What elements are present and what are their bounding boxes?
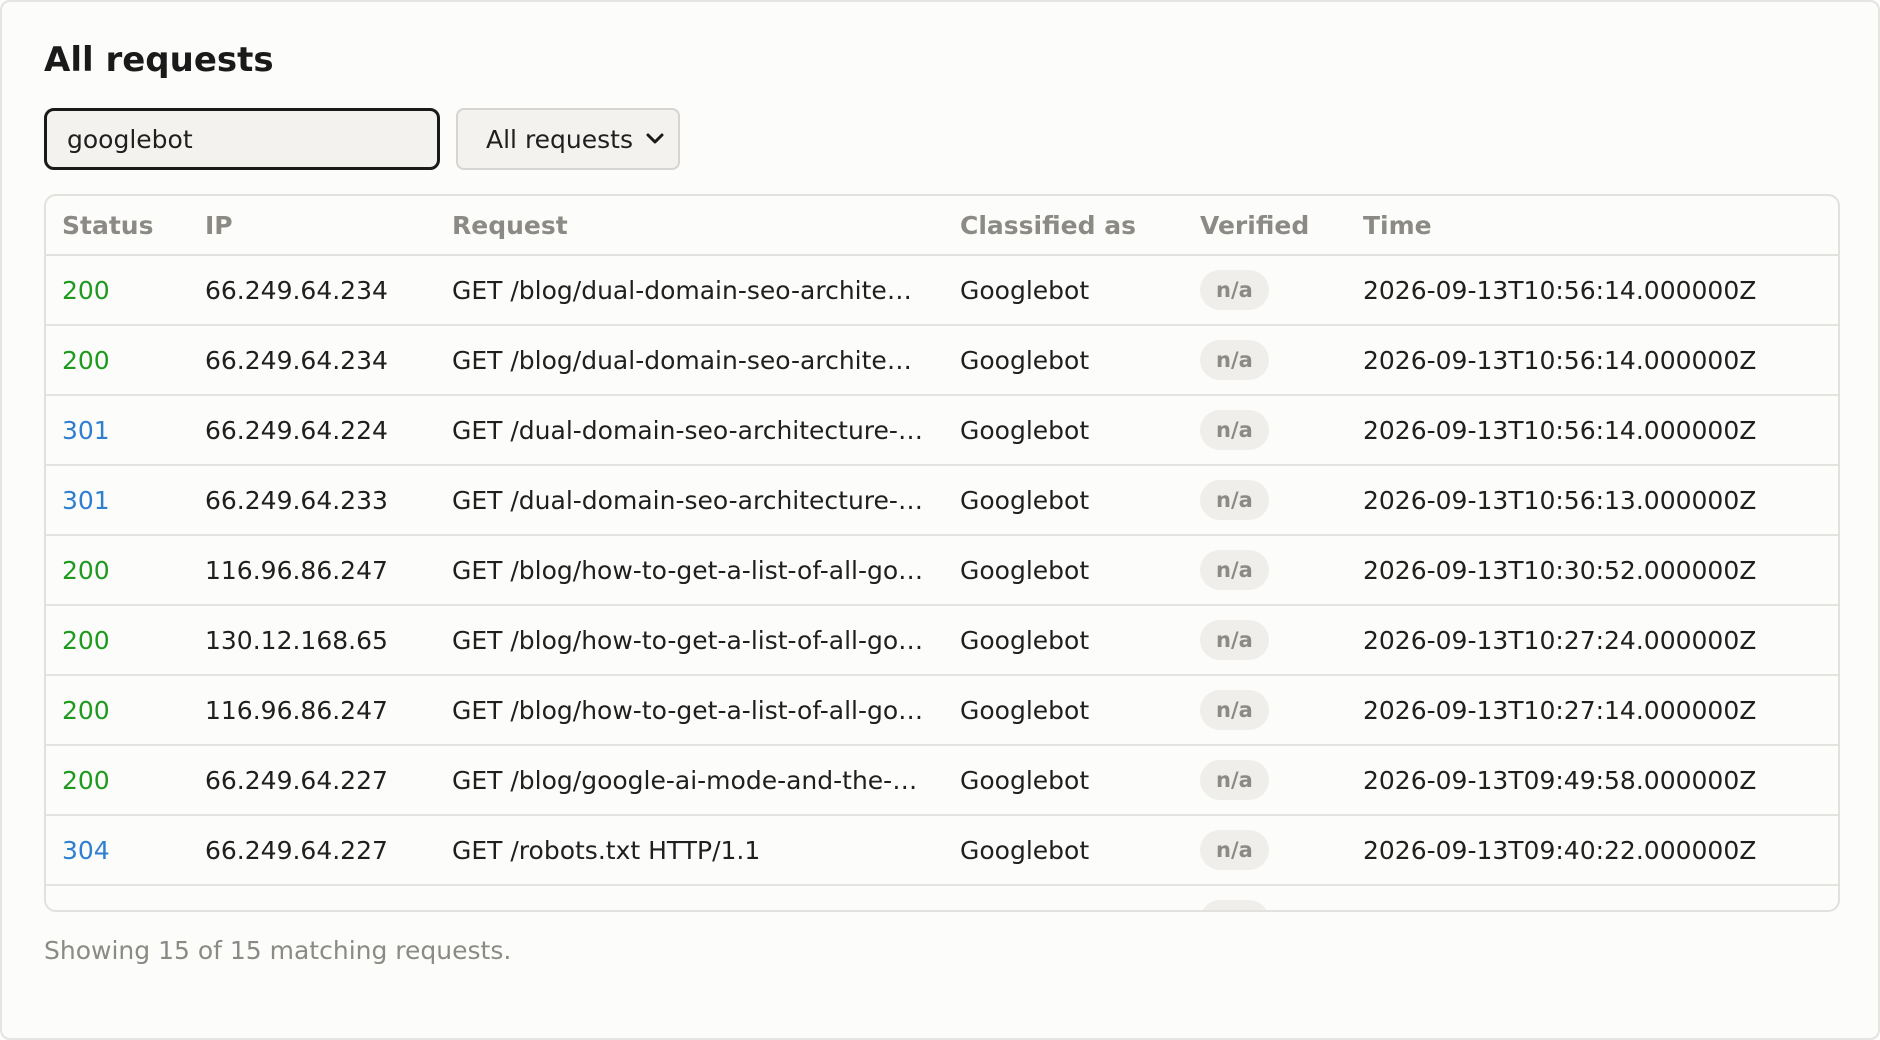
status-code: 200 [46, 535, 189, 606]
ip-address: 116.96.86.247 [189, 535, 436, 606]
request-line: GET /dual-domain-seo-architecture-for-… [436, 465, 944, 536]
classified-as: Googlebot [944, 605, 1184, 676]
verified-badge: n/a [1200, 480, 1269, 520]
request-line: GET /robots.txt HTTP/1.1 [436, 815, 944, 886]
timestamp: 2026-09-13T10:56:14.000000Z [1347, 255, 1838, 326]
ip-address: 66.249.64.233 [189, 465, 436, 536]
request-line: GET /blog/dual-domain-seo-architecture-… [436, 255, 944, 326]
table-row[interactable]: 200 130.12.168.65 GET /blog/how-to-get-a… [46, 605, 1838, 676]
request-line: GET /blog/how-to-get-a-list-of-all-googl… [436, 675, 944, 746]
verified-badge: n/a [1200, 690, 1269, 730]
status-code: 200 [46, 325, 189, 396]
table-row[interactable]: 304 66.249.64.227 GET /robots.txt HTTP/1… [46, 815, 1838, 886]
timestamp: 2026-09-13T10:56:14.000000Z [1347, 325, 1838, 396]
ip-address: 66.249.64.226 [189, 885, 436, 910]
status-code: 304 [46, 815, 189, 886]
status-code: 200 [46, 675, 189, 746]
timestamp: 2026-09-13T09:40:22.000000Z [1347, 815, 1838, 886]
ip-address: 116.96.86.247 [189, 675, 436, 746]
verified-cell: n/a [1184, 465, 1347, 536]
column-header-time[interactable]: Time [1347, 196, 1838, 256]
requests-table: Status IP Request Classified as Verified… [46, 196, 1838, 910]
column-header-ip[interactable]: IP [189, 196, 436, 256]
classified-as: Googlebot [944, 745, 1184, 816]
verified-cell: n/a [1184, 745, 1347, 816]
table-row[interactable]: 200 66.249.64.227 GET /blog/google-ai-mo… [46, 745, 1838, 816]
verified-badge: n/a [1200, 620, 1269, 660]
table-row[interactable]: 200 116.96.86.247 GET /blog/how-to-get-a… [46, 535, 1838, 606]
verified-badge: n/a [1200, 270, 1269, 310]
ip-address: 66.249.64.234 [189, 325, 436, 396]
ip-address: 66.249.64.224 [189, 395, 436, 466]
page-title: All requests [44, 40, 274, 80]
verified-badge: n/a [1200, 340, 1269, 380]
verified-cell: n/a [1184, 535, 1347, 606]
table-row[interactable]: 301 66.249.64.233 GET /dual-domain-seo-a… [46, 465, 1838, 536]
verified-cell: n/a [1184, 885, 1347, 910]
table-body: 200 66.249.64.234 GET /blog/dual-domain-… [46, 255, 1838, 910]
ip-address: 66.249.64.227 [189, 745, 436, 816]
request-line: GET /blog/how-to-get-a-list-of-all-googl… [436, 605, 944, 676]
request-line: GET / HTTP/1.1 [436, 885, 944, 910]
timestamp: 2026-09-13T09:49:58.000000Z [1347, 745, 1838, 816]
classified-as: Googlebot [944, 465, 1184, 536]
requests-panel: All requests All requests Status IP Requ… [0, 0, 1880, 1040]
verified-cell: n/a [1184, 605, 1347, 676]
classified-as: Googlebot [944, 815, 1184, 886]
table-row[interactable]: 301 66.249.64.224 GET /dual-domain-seo-a… [46, 395, 1838, 466]
classified-as: Googlebot [944, 255, 1184, 326]
classified-as: Googlebot [944, 535, 1184, 606]
request-line: GET /blog/how-to-get-a-list-of-all-googl… [436, 535, 944, 606]
classified-as: Googlebot [944, 395, 1184, 466]
table-row[interactable]: 200 116.96.86.247 GET /blog/how-to-get-a… [46, 675, 1838, 746]
verified-badge: n/a [1200, 410, 1269, 450]
table-header: Status IP Request Classified as Verified… [46, 196, 1838, 256]
verified-cell: n/a [1184, 255, 1347, 326]
timestamp: 2026-09-13T09:11:51.000000Z [1347, 885, 1838, 910]
status-code: 301 [46, 465, 189, 536]
search-input[interactable] [44, 108, 440, 170]
classified-as: Googlebot [944, 675, 1184, 746]
table-row[interactable]: 200 66.249.64.234 GET /blog/dual-domain-… [46, 325, 1838, 396]
verified-badge: n/a [1200, 900, 1269, 910]
ip-address: 66.249.64.234 [189, 255, 436, 326]
request-line: GET /dual-domain-seo-architecture-for-… [436, 395, 944, 466]
request-filter-selected: All requests [486, 124, 633, 154]
classified-as: Googlebot [944, 885, 1184, 910]
table-row[interactable]: 200 66.249.64.226 GET / HTTP/1.1 Googleb… [46, 885, 1838, 910]
column-header-request[interactable]: Request [436, 196, 944, 256]
column-header-status[interactable]: Status [46, 196, 189, 256]
timestamp: 2026-09-13T10:30:52.000000Z [1347, 535, 1838, 606]
column-header-classified-as[interactable]: Classified as [944, 196, 1184, 256]
request-line: GET /blog/google-ai-mode-and-the-future… [436, 745, 944, 816]
status-code: 301 [46, 395, 189, 466]
timestamp: 2026-09-13T10:27:14.000000Z [1347, 675, 1838, 746]
classified-as: Googlebot [944, 325, 1184, 396]
verified-badge: n/a [1200, 760, 1269, 800]
verified-cell: n/a [1184, 815, 1347, 886]
status-code: 200 [46, 605, 189, 676]
request-line: GET /blog/dual-domain-seo-architecture-… [436, 325, 944, 396]
chevron-down-icon [646, 133, 664, 144]
table-row[interactable]: 200 66.249.64.234 GET /blog/dual-domain-… [46, 255, 1838, 326]
verified-cell: n/a [1184, 395, 1347, 466]
verified-badge: n/a [1200, 830, 1269, 870]
verified-cell: n/a [1184, 675, 1347, 746]
verified-cell: n/a [1184, 325, 1347, 396]
column-header-verified[interactable]: Verified [1184, 196, 1347, 256]
status-code: 200 [46, 885, 189, 910]
ip-address: 66.249.64.227 [189, 815, 436, 886]
verified-badge: n/a [1200, 550, 1269, 590]
requests-table-scroll[interactable]: Status IP Request Classified as Verified… [44, 194, 1840, 912]
timestamp: 2026-09-13T10:27:24.000000Z [1347, 605, 1838, 676]
status-code: 200 [46, 745, 189, 816]
status-code: 200 [46, 255, 189, 326]
ip-address: 130.12.168.65 [189, 605, 436, 676]
results-count: Showing 15 of 15 matching requests. [44, 936, 512, 965]
request-filter-select[interactable]: All requests [456, 108, 680, 170]
timestamp: 2026-09-13T10:56:14.000000Z [1347, 395, 1838, 466]
timestamp: 2026-09-13T10:56:13.000000Z [1347, 465, 1838, 536]
